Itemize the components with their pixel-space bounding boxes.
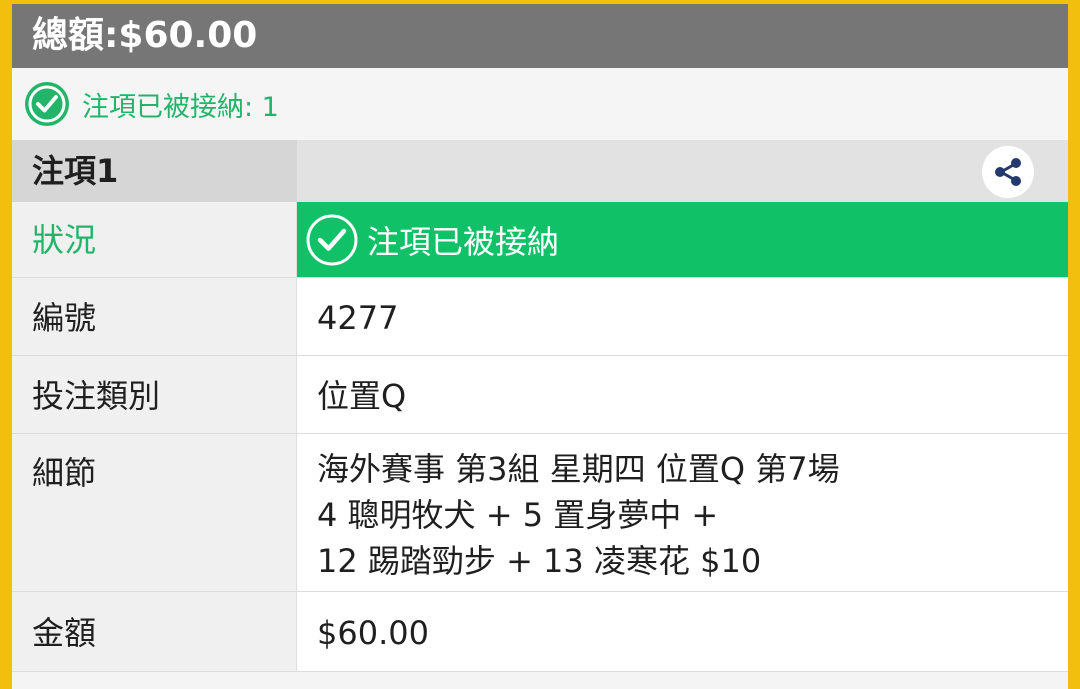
bet-title: 注項1 [32, 152, 119, 190]
bet-detail-line: 12 踢踏勁步 + 13 凌寒花 $10 [317, 542, 762, 580]
bet-type-row: 投注類別 位置Q [12, 356, 1068, 434]
bet-type-value: 位置Q [297, 356, 1068, 433]
bet-header: 注項1 [12, 140, 1068, 202]
bet-detail-line: 海外賽事 第3組 星期四 位置Q 第7場 [317, 450, 840, 488]
total-amount-text: 總額:$60.00 [32, 15, 258, 56]
share-button[interactable] [982, 146, 1034, 198]
status-row: 狀況 注項已被接納 [12, 202, 1068, 278]
bet-type-label: 投注類別 [12, 356, 297, 433]
share-icon [995, 158, 1021, 186]
check-circle-icon [306, 214, 358, 265]
bet-detail-label: 細節 [12, 434, 297, 591]
bet-detail-line: 4 聰明牧犬 + 5 置身夢中 + [317, 496, 719, 534]
bet-slip-panel: 總額:$60.00 注項已被接納: 1 注項1 狀況 注項已被接納 編號 427… [12, 4, 1068, 689]
bet-detail-value: 海外賽事 第3組 星期四 位置Q 第7場 4 聰明牧犬 + 5 置身夢中 + 1… [297, 434, 1068, 591]
accepted-summary-bar: 注項已被接納: 1 [12, 68, 1068, 140]
bet-id-row: 編號 4277 [12, 278, 1068, 356]
bet-detail-row: 細節 海外賽事 第3組 星期四 位置Q 第7場 4 聰明牧犬 + 5 置身夢中 … [12, 434, 1068, 592]
bet-amount-row: 金額 $60.00 [12, 592, 1068, 672]
bet-amount-value: $60.00 [297, 592, 1068, 671]
status-label: 狀況 [12, 202, 297, 277]
status-value: 注項已被接納 [297, 202, 1068, 277]
accepted-summary-text: 注項已被接納: 1 [82, 91, 279, 123]
total-amount-bar: 總額:$60.00 [12, 4, 1068, 68]
check-circle-icon [25, 82, 69, 126]
bet-id-value: 4277 [297, 278, 1068, 355]
bet-amount-label: 金額 [12, 592, 297, 671]
status-value-text: 注項已被接納 [367, 222, 560, 261]
bet-id-label: 編號 [12, 278, 297, 355]
